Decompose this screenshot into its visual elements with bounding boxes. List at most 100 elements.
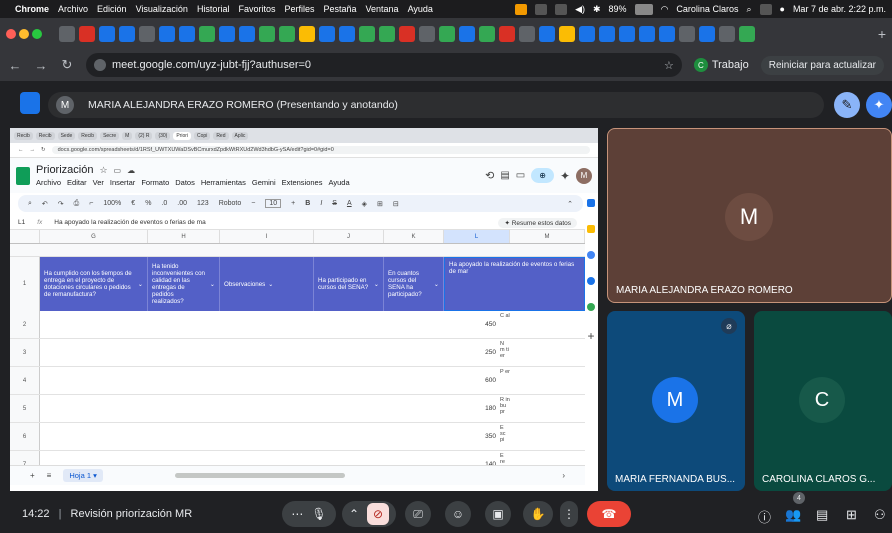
browser-tab-favicon-icon[interactable] bbox=[439, 25, 455, 42]
browser-tab-favicon-icon[interactable] bbox=[59, 25, 75, 42]
camera-control[interactable]: ⌃ ⊘ bbox=[342, 501, 396, 527]
browser-tab-favicon-icon[interactable] bbox=[219, 25, 235, 42]
participant-tile-maria-fernanda[interactable]: ⌀ M MARIA FERNANDA BUS... bbox=[607, 311, 745, 491]
microphone-icon[interactable]: 🎙 bbox=[311, 507, 326, 521]
browser-tab-favicon-icon[interactable] bbox=[479, 25, 495, 42]
row-value-cell[interactable]: 450 bbox=[456, 311, 500, 338]
browser-tab-favicon-icon[interactable] bbox=[239, 25, 255, 42]
font-size-input[interactable]: 10 bbox=[265, 199, 282, 208]
fill-color-icon[interactable]: ◈ bbox=[362, 200, 367, 208]
browser-tab-favicon-icon[interactable] bbox=[719, 25, 735, 42]
menubar-item-perfiles[interactable]: Perfiles bbox=[284, 4, 314, 14]
menubar-item-pestana[interactable]: Pestaña bbox=[323, 4, 356, 14]
spotlight-search-icon[interactable]: ⌕ bbox=[746, 4, 751, 15]
browser-tab-favicon-icon[interactable] bbox=[319, 25, 335, 42]
participant-tile-maria-alejandra[interactable]: M MARIA ALEJANDRA ERAZO ROMERO bbox=[607, 128, 892, 303]
column-header-g[interactable]: G bbox=[40, 230, 148, 243]
sheets-menu-herramientas[interactable]: Herramientas bbox=[201, 178, 246, 187]
bold-button[interactable]: B bbox=[305, 200, 310, 207]
sheet-tab-hoja1[interactable]: Hoja 1 ▾ bbox=[63, 469, 103, 482]
keep-icon[interactable] bbox=[587, 225, 595, 233]
inner-browser-tab[interactable]: Priori bbox=[173, 131, 192, 140]
bookmark-star-icon[interactable]: ☆ bbox=[664, 59, 674, 72]
browser-tab-favicon-icon[interactable] bbox=[639, 25, 655, 42]
activities-icon[interactable]: ⊞ bbox=[846, 507, 857, 523]
camera-options-chevron-icon[interactable]: ⌃ bbox=[349, 507, 359, 521]
browser-tab-favicon-icon[interactable] bbox=[139, 25, 155, 42]
header-cell-selected[interactable]: Ha apoyado la realización de eventos o f… bbox=[444, 257, 585, 311]
menubar-item-ventana[interactable]: Ventana bbox=[366, 4, 399, 14]
browser-tab-favicon-icon[interactable] bbox=[599, 25, 615, 42]
filter-chevron-icon[interactable]: ⌄ bbox=[434, 281, 439, 288]
menubar-datetime[interactable]: Mar 7 de abr. 2:22 p.m. bbox=[793, 4, 886, 14]
menubar-item-historial[interactable]: Historial bbox=[197, 4, 230, 14]
font-size-increase-button[interactable]: + bbox=[291, 200, 295, 207]
inner-url[interactable]: docs.google.com/spreadsheets/d/1RSf_UWTX… bbox=[51, 146, 590, 154]
back-arrow-icon[interactable]: ← bbox=[8, 58, 22, 73]
present-now-button[interactable]: ⎚ bbox=[405, 501, 431, 527]
inner-browser-tab[interactable]: M bbox=[122, 131, 133, 140]
currency-format-button[interactable]: € bbox=[131, 200, 135, 207]
column-header-l[interactable]: L bbox=[444, 230, 510, 243]
row-truncated-text[interactable]: N m ti er bbox=[500, 339, 510, 366]
host-controls-icon[interactable]: ⚇ bbox=[874, 507, 886, 523]
browser-tab-favicon-icon[interactable] bbox=[79, 25, 95, 42]
browser-tab-favicon-icon[interactable] bbox=[299, 25, 315, 42]
row-truncated-text[interactable]: C al bbox=[500, 311, 510, 338]
reload-icon[interactable]: ↻ bbox=[60, 57, 74, 73]
chat-icon[interactable]: ▤ bbox=[816, 507, 828, 523]
row-number[interactable]: 3 bbox=[10, 339, 40, 366]
header-cell[interactable]: Ha participado en cursos del SENA? ⌄ bbox=[314, 257, 384, 311]
bluetooth-icon[interactable]: ✱ bbox=[593, 4, 601, 15]
expand-side-panel-icon[interactable]: › bbox=[562, 471, 565, 480]
row-truncated-text[interactable]: P er bbox=[500, 367, 510, 394]
number-format-button[interactable]: 123 bbox=[197, 200, 209, 207]
inner-back-icon[interactable]: ← bbox=[18, 147, 24, 153]
new-tab-button[interactable]: + bbox=[878, 26, 886, 42]
row-number[interactable]: 4 bbox=[10, 367, 40, 394]
column-header-h[interactable]: H bbox=[148, 230, 220, 243]
browser-tab-favicon-icon[interactable] bbox=[399, 25, 415, 42]
italic-button[interactable]: I bbox=[320, 200, 322, 207]
volume-icon[interactable]: ◀) bbox=[575, 4, 585, 15]
restart-to-update-button[interactable]: Reiniciar para actualizar bbox=[760, 55, 884, 75]
all-sheets-button[interactable]: ≡ bbox=[47, 471, 52, 480]
inner-browser-tab[interactable]: Red bbox=[213, 131, 229, 140]
column-header-k[interactable]: K bbox=[384, 230, 444, 243]
control-center-icon[interactable] bbox=[759, 3, 772, 15]
contacts-icon[interactable] bbox=[587, 277, 595, 285]
column-header-j[interactable]: J bbox=[314, 230, 384, 243]
leave-call-button[interactable]: ☎ bbox=[587, 501, 631, 527]
paint-format-icon[interactable]: ⌐ bbox=[89, 200, 93, 207]
header-cell[interactable]: Observaciones ⌄ bbox=[220, 257, 314, 311]
address-bar[interactable]: meet.google.com/uyz-jubt-fjj?authuser=0 … bbox=[86, 53, 682, 77]
empty-cell[interactable] bbox=[510, 339, 585, 366]
people-icon[interactable]: 👥 bbox=[785, 507, 801, 523]
browser-tab-favicon-icon[interactable] bbox=[379, 25, 395, 42]
tasks-icon[interactable] bbox=[587, 251, 595, 259]
sheets-menu-datos[interactable]: Datos bbox=[175, 178, 195, 187]
star-icon[interactable]: ☆ bbox=[99, 165, 107, 176]
browser-tab-favicon-icon[interactable] bbox=[499, 25, 515, 42]
share-button[interactable]: ⊕ bbox=[531, 168, 554, 183]
merge-cells-icon[interactable]: ⊟ bbox=[393, 200, 399, 208]
meet-call-icon[interactable]: ▭ bbox=[516, 170, 525, 181]
window-close-button[interactable] bbox=[6, 28, 16, 39]
redo-icon[interactable]: ↷ bbox=[58, 200, 64, 208]
collapse-toolbar-icon[interactable]: ⌃ bbox=[567, 200, 573, 208]
menubar-item-edicion[interactable]: Edición bbox=[97, 4, 127, 14]
sheets-menu-ayuda[interactable]: Ayuda bbox=[328, 178, 349, 187]
browser-tab-favicon-icon[interactable] bbox=[579, 25, 595, 42]
sheets-menu-archivo[interactable]: Archivo bbox=[36, 178, 61, 187]
sheets-menu-gemini[interactable]: Gemini bbox=[252, 178, 276, 187]
font-size-decrease-button[interactable]: − bbox=[251, 200, 255, 207]
inner-reload-icon[interactable]: ↻ bbox=[41, 147, 46, 153]
strikethrough-button[interactable]: S bbox=[332, 200, 337, 207]
print-icon[interactable]: ⎙ bbox=[74, 200, 80, 208]
menubar-app-name[interactable]: Chrome bbox=[15, 4, 49, 14]
inner-forward-icon[interactable]: → bbox=[30, 147, 36, 153]
menubar-item-archivo[interactable]: Archivo bbox=[58, 4, 88, 14]
zoom-select[interactable]: 100% bbox=[103, 200, 121, 207]
browser-tab-favicon-icon[interactable] bbox=[459, 25, 475, 42]
browser-tab-favicon-icon[interactable] bbox=[419, 25, 435, 42]
